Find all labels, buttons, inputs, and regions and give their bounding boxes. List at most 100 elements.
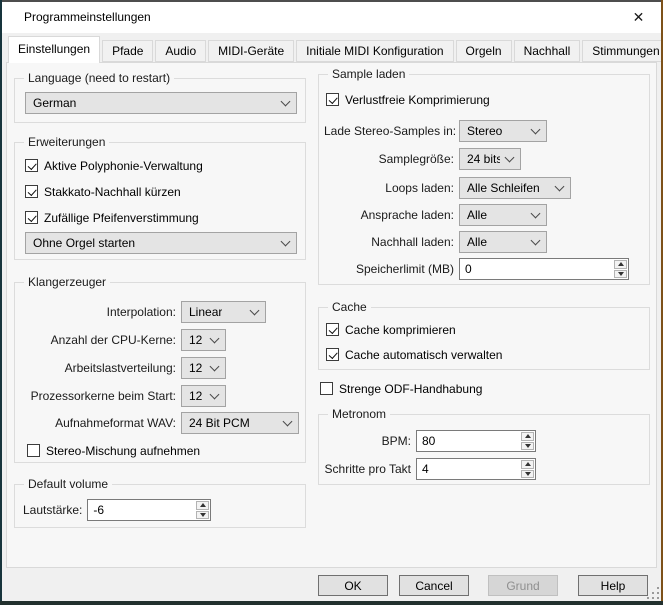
stereo-samples-select[interactable]: Stereo (459, 120, 547, 142)
tab-orgeln[interactable]: Orgeln (456, 40, 512, 62)
sample-size-select[interactable]: 24 bits (459, 148, 521, 170)
sample-loading-group-title: Sample laden (328, 67, 409, 82)
chevron-down-icon (555, 182, 565, 192)
cache-group-title: Cache (328, 300, 371, 315)
strict-odf-checkbox[interactable]: Strenge ODF-Handhabung (320, 381, 482, 396)
extensions-group: Erweiterungen Aktive Polyphonie-Verwaltu… (14, 142, 306, 260)
tab-midi-geraete[interactable]: MIDI-Geräte (208, 40, 294, 62)
spin-up-icon[interactable] (521, 460, 534, 469)
bpm-label: BPM: (324, 434, 416, 448)
attack-select[interactable]: Alle (459, 204, 547, 226)
ok-button[interactable]: OK (318, 575, 388, 596)
memory-limit-input[interactable] (460, 259, 613, 279)
spin-buttons (520, 431, 535, 451)
checkbox-icon (25, 159, 38, 172)
chevron-down-icon (210, 362, 220, 372)
record-stereo-mix-checkbox[interactable]: Stereo-Mischung aufnehmen (27, 443, 200, 458)
interpolation-label: Interpolation: (23, 305, 181, 319)
tab-audio[interactable]: Audio (155, 40, 206, 62)
checkbox-icon (326, 348, 339, 361)
check-icon (328, 324, 337, 333)
language-select[interactable]: German (25, 92, 297, 114)
cpu-cores-select[interactable]: 12 (181, 329, 226, 351)
metronome-group: Metronom BPM: Schritte pro Takt (318, 414, 650, 485)
checkbox-icon (326, 93, 339, 106)
chevron-down-icon (505, 153, 515, 163)
spin-buttons (195, 500, 210, 520)
cancel-button[interactable]: Cancel (399, 575, 469, 596)
spin-buttons (613, 259, 628, 279)
grund-button[interactable]: Grund (488, 575, 558, 596)
cache-group: Cache Cache komprimieren Cache automatis… (318, 307, 650, 370)
bpm-input[interactable] (417, 431, 520, 451)
spin-down-icon[interactable] (196, 511, 209, 520)
spin-down-icon[interactable] (521, 442, 534, 451)
chevron-down-icon (210, 390, 220, 400)
tab-initiale-midi-konfiguration[interactable]: Initiale MIDI Konfiguration (296, 40, 453, 62)
steps-per-beat-input[interactable] (417, 459, 520, 479)
memory-limit-label: Speicherlimit (MB) (324, 262, 459, 276)
active-polyphony-checkbox[interactable]: Aktive Polyphonie-Verwaltung (25, 158, 203, 173)
tab-stimmungen[interactable]: Stimmungen (582, 40, 663, 62)
workload-label: Arbeitslastverteilung: (23, 361, 181, 375)
lossless-compression-checkbox[interactable]: Verlustfreie Komprimierung (326, 92, 490, 107)
tab-nachhall[interactable]: Nachhall (514, 40, 581, 62)
volume-label: Lautstärke: (23, 503, 87, 517)
stereo-samples-label: Lade Stereo-Samples in: (324, 124, 459, 138)
checkbox-icon (326, 323, 339, 336)
check-icon (27, 160, 36, 169)
spin-buttons (520, 459, 535, 479)
memory-limit-spinner (459, 258, 629, 280)
check-icon (328, 349, 337, 358)
spin-down-icon[interactable] (521, 470, 534, 479)
spin-up-icon[interactable] (614, 260, 627, 269)
checkbox-icon (25, 185, 38, 198)
loops-label: Loops laden: (324, 181, 459, 195)
language-group: Language (need to restart) German (14, 78, 306, 123)
background-window-edge-bottom (0, 601, 663, 605)
check-icon (328, 94, 337, 103)
release-label: Nachhall laden: (324, 235, 459, 249)
chevron-down-icon (281, 97, 291, 107)
spin-up-icon[interactable] (196, 501, 209, 510)
cache-auto-manage-checkbox[interactable]: Cache automatisch verwalten (326, 347, 502, 362)
staccato-reverb-checkbox[interactable]: Stakkato-Nachhall kürzen (25, 184, 181, 199)
release-select[interactable]: Alle (459, 231, 547, 253)
tab-bar: Einstellungen Pfade Audio MIDI-Geräte In… (8, 36, 663, 63)
resize-grip[interactable] (647, 587, 659, 599)
tab-pfade[interactable]: Pfade (102, 40, 153, 62)
sound-engine-group-title: Klangerzeuger (24, 275, 110, 290)
close-button[interactable]: ✕ (616, 2, 661, 33)
steps-per-beat-spinner (416, 458, 536, 480)
startup-cores-select[interactable]: 12 (181, 385, 226, 407)
sample-loading-group: Sample laden Verlustfreie Komprimierung … (318, 74, 650, 285)
startup-mode-select[interactable]: Ohne Orgel starten (25, 232, 297, 254)
chevron-down-icon (531, 209, 541, 219)
language-group-title: Language (need to restart) (24, 71, 174, 86)
close-icon: ✕ (633, 9, 645, 26)
background-window-edge-left (0, 0, 2, 605)
chevron-down-icon (531, 125, 541, 135)
chevron-down-icon (283, 417, 293, 427)
help-button[interactable]: Help (578, 575, 648, 596)
wav-format-select[interactable]: 24 Bit PCM (181, 412, 299, 434)
cache-compress-checkbox[interactable]: Cache komprimieren (326, 322, 456, 337)
workload-select[interactable]: 12 (181, 357, 226, 379)
default-volume-group-title: Default volume (24, 477, 112, 492)
metronome-group-title: Metronom (328, 407, 390, 422)
volume-spinner (87, 499, 211, 521)
random-detuning-checkbox[interactable]: Zufällige Pfeifenverstimmung (25, 210, 199, 225)
sound-engine-group: Klangerzeuger Interpolation: Linear Anza… (14, 282, 306, 463)
volume-input[interactable] (88, 500, 195, 520)
loops-select[interactable]: Alle Schleifen (459, 177, 571, 199)
extensions-group-title: Erweiterungen (24, 135, 109, 150)
default-volume-group: Default volume Lautstärke: (14, 484, 306, 528)
chevron-down-icon (250, 306, 260, 316)
spin-up-icon[interactable] (521, 432, 534, 441)
checkbox-icon (25, 211, 38, 224)
interpolation-select[interactable]: Linear (181, 301, 266, 323)
spin-down-icon[interactable] (614, 270, 627, 279)
wav-format-label: Aufnahmeformat WAV: (23, 416, 181, 430)
bpm-spinner (416, 430, 536, 452)
tab-einstellungen[interactable]: Einstellungen (8, 36, 100, 63)
